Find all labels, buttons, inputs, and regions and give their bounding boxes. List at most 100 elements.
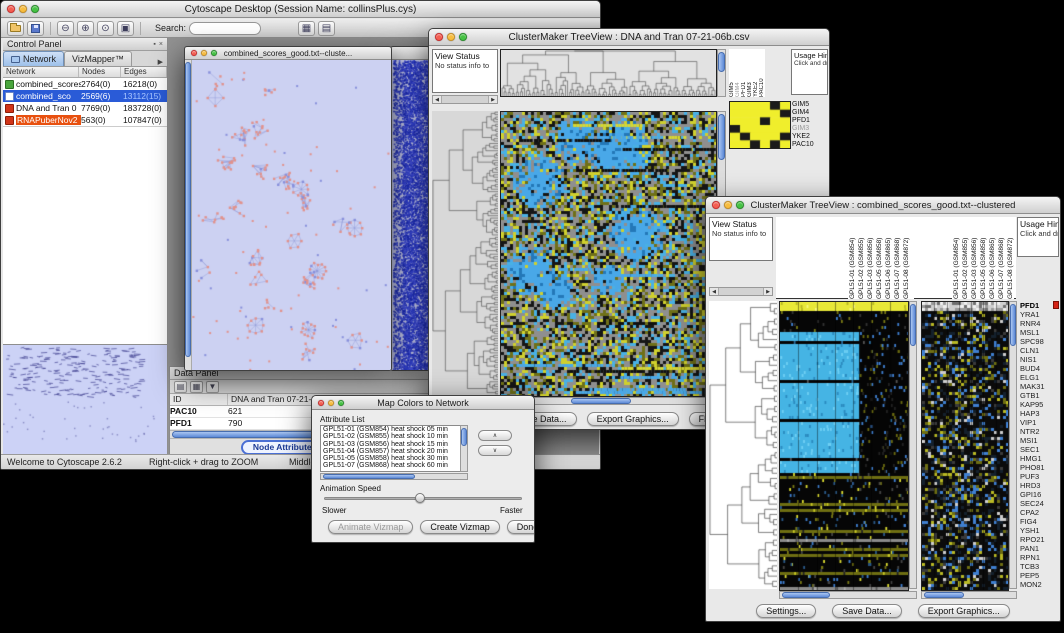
matrix-gene-label[interactable]: GIM3 (792, 125, 829, 133)
select-attributes-icon[interactable] (174, 381, 187, 393)
create-vizmap-button[interactable]: Create Vizmap (420, 520, 499, 534)
network2-titlebar[interactable] (391, 47, 429, 60)
gene-label[interactable]: PHO81 (1020, 463, 1060, 472)
zoom-actual-icon[interactable] (97, 21, 114, 36)
gene-label[interactable]: GTB1 (1020, 391, 1060, 400)
attribute-list-vscrollbar[interactable] (460, 425, 468, 472)
scroll-left-icon[interactable] (433, 96, 442, 103)
close-button[interactable] (435, 33, 443, 41)
dendro-vscrollbar[interactable] (717, 49, 726, 97)
attribute-list-hscrollbar[interactable] (320, 473, 468, 480)
attribute-item[interactable]: GPL51-04 (GSM857) heat shock 20 min (321, 448, 467, 455)
network-row[interactable]: combined_scores 2764(0) 16218(0) (3, 78, 167, 90)
gene-label[interactable]: ELG1 (1020, 373, 1060, 382)
gene-label[interactable]: SEC24 (1020, 499, 1060, 508)
gene-label[interactable]: NIS1 (1020, 355, 1060, 364)
heatmap-canvas[interactable] (500, 111, 717, 397)
treeview-combined-titlebar[interactable]: ClusterMaker TreeView : combined_scores_… (706, 197, 1060, 214)
close-button[interactable] (712, 201, 720, 209)
gene-label[interactable]: TCB3 (1020, 562, 1060, 571)
float-panel-icon[interactable] (153, 41, 155, 48)
map-colors-titlebar[interactable]: Map Colors to Network (312, 396, 534, 410)
minimize-button[interactable] (328, 400, 334, 406)
treeview-button[interactable]: Settings... (756, 604, 816, 618)
scroll-track[interactable] (442, 96, 488, 103)
tab-vizmapper[interactable]: VizMapper™ (64, 51, 132, 66)
heatmap-hscrollbar[interactable] (779, 591, 917, 599)
matrix-gene-label[interactable]: PAC10 (792, 141, 829, 149)
treeview-button[interactable]: Export Graphics... (918, 604, 1010, 618)
row-dendrogram-canvas[interactable] (432, 111, 498, 395)
gene-label[interactable]: FIG4 (1020, 517, 1060, 526)
zoom-in-icon[interactable] (77, 21, 94, 36)
network-vscrollbar[interactable] (185, 60, 192, 370)
close-button[interactable] (318, 400, 324, 406)
zoom-fit-icon[interactable] (117, 21, 134, 36)
heatmap-canvas[interactable] (779, 301, 909, 591)
matrix-gene-label[interactable]: YKE2 (792, 133, 829, 141)
gene-label[interactable]: MSI1 (1020, 436, 1060, 445)
attribute-functions-icon[interactable] (206, 381, 219, 393)
treeview-dna-titlebar[interactable]: ClusterMaker TreeView : DNA and Tran 07-… (429, 29, 829, 46)
gene-label[interactable]: SEC1 (1020, 445, 1060, 454)
minimize-button[interactable] (201, 50, 207, 56)
gene-label[interactable]: KAP95 (1020, 400, 1060, 409)
gene-label[interactable]: RPO21 (1020, 535, 1060, 544)
matrix-gene-label[interactable]: GIM5 (792, 101, 829, 109)
dendro-h-scrollbar[interactable] (432, 95, 498, 104)
gene-label[interactable]: HRD3 (1020, 481, 1060, 490)
gene-label[interactable]: CPA2 (1020, 508, 1060, 517)
network-view-titlebar[interactable]: combined_scores_good.txt--cluste... (185, 47, 391, 60)
attribute-item[interactable]: GPL51-02 (GSM855) heat shock 10 min (321, 433, 467, 440)
scroll-right-icon[interactable] (488, 96, 497, 103)
row-dendrogram-canvas[interactable] (709, 301, 777, 589)
gene-label[interactable]: YSH1 (1020, 526, 1060, 535)
dendro-h-scrollbar[interactable] (709, 287, 773, 296)
scroll-track[interactable] (719, 288, 763, 295)
minimize-button[interactable] (447, 33, 455, 41)
network-overview-canvas[interactable] (3, 345, 166, 454)
minimize-button[interactable] (724, 201, 732, 209)
gene-label[interactable]: GPI16 (1020, 490, 1060, 499)
gene-label[interactable]: NTR2 (1020, 427, 1060, 436)
gene-label[interactable]: YRA1 (1020, 310, 1060, 319)
annotation-icon[interactable] (298, 21, 315, 36)
gene-label[interactable]: CLN1 (1020, 346, 1060, 355)
gene-label[interactable]: MON2 (1020, 580, 1060, 589)
zoom-button[interactable] (31, 5, 39, 13)
network-row[interactable]: DNA and Tran 0 7769(0) 183728(0) (3, 102, 167, 114)
heatmap2-hscrollbar[interactable] (921, 591, 1017, 599)
gene-label[interactable]: VIP1 (1020, 418, 1060, 427)
close-button[interactable] (7, 5, 15, 13)
search-input[interactable] (189, 22, 261, 35)
treeview-button[interactable]: Export Graphics... (587, 412, 679, 426)
gene-label[interactable]: RNR4 (1020, 319, 1060, 328)
attribute-item[interactable]: GPL51-03 (GSM856) heat shock 15 min (321, 441, 467, 448)
column-dendrogram-canvas[interactable] (500, 49, 717, 97)
gene-label[interactable]: HMG1 (1020, 454, 1060, 463)
zoom-button[interactable] (736, 201, 744, 209)
heatmap2-vscrollbar[interactable] (1009, 301, 1017, 589)
zoom-button[interactable] (338, 400, 344, 406)
gene-label[interactable]: MSL1 (1020, 328, 1060, 337)
gene-label[interactable]: PUF3 (1020, 472, 1060, 481)
main-titlebar[interactable]: Cytoscape Desktop (Session Name: collins… (1, 1, 600, 18)
network-row-selected[interactable]: combined_sco 2569(6) 13112(15) (3, 90, 167, 102)
done-button[interactable]: Done (507, 520, 535, 534)
attribute-item[interactable]: GPL51-07 (GSM868) heat shock 60 min (321, 462, 467, 469)
heatmap-vscrollbar[interactable] (909, 301, 917, 589)
tab-network[interactable]: Network (3, 51, 64, 66)
matrix-gene-label[interactable]: PFD1 (792, 117, 829, 125)
table-mode-icon[interactable] (190, 381, 203, 393)
attribute-item[interactable]: GPL51-05 (GSM858) heat shock 30 min (321, 455, 467, 462)
network-row[interactable]: RNAPuberNov2 563(0) 107847(0) (3, 114, 167, 126)
tab-overflow-arrow[interactable] (154, 58, 167, 66)
scroll-left-icon[interactable] (710, 288, 719, 295)
save-button[interactable] (27, 21, 44, 36)
network-graph-canvas[interactable] (192, 60, 391, 370)
network-hairball-canvas[interactable] (391, 60, 429, 370)
gene-label[interactable]: RPN1 (1020, 553, 1060, 562)
minimize-button[interactable] (19, 5, 27, 13)
speed-slider-thumb[interactable] (415, 493, 425, 503)
scroll-right-icon[interactable] (763, 288, 772, 295)
